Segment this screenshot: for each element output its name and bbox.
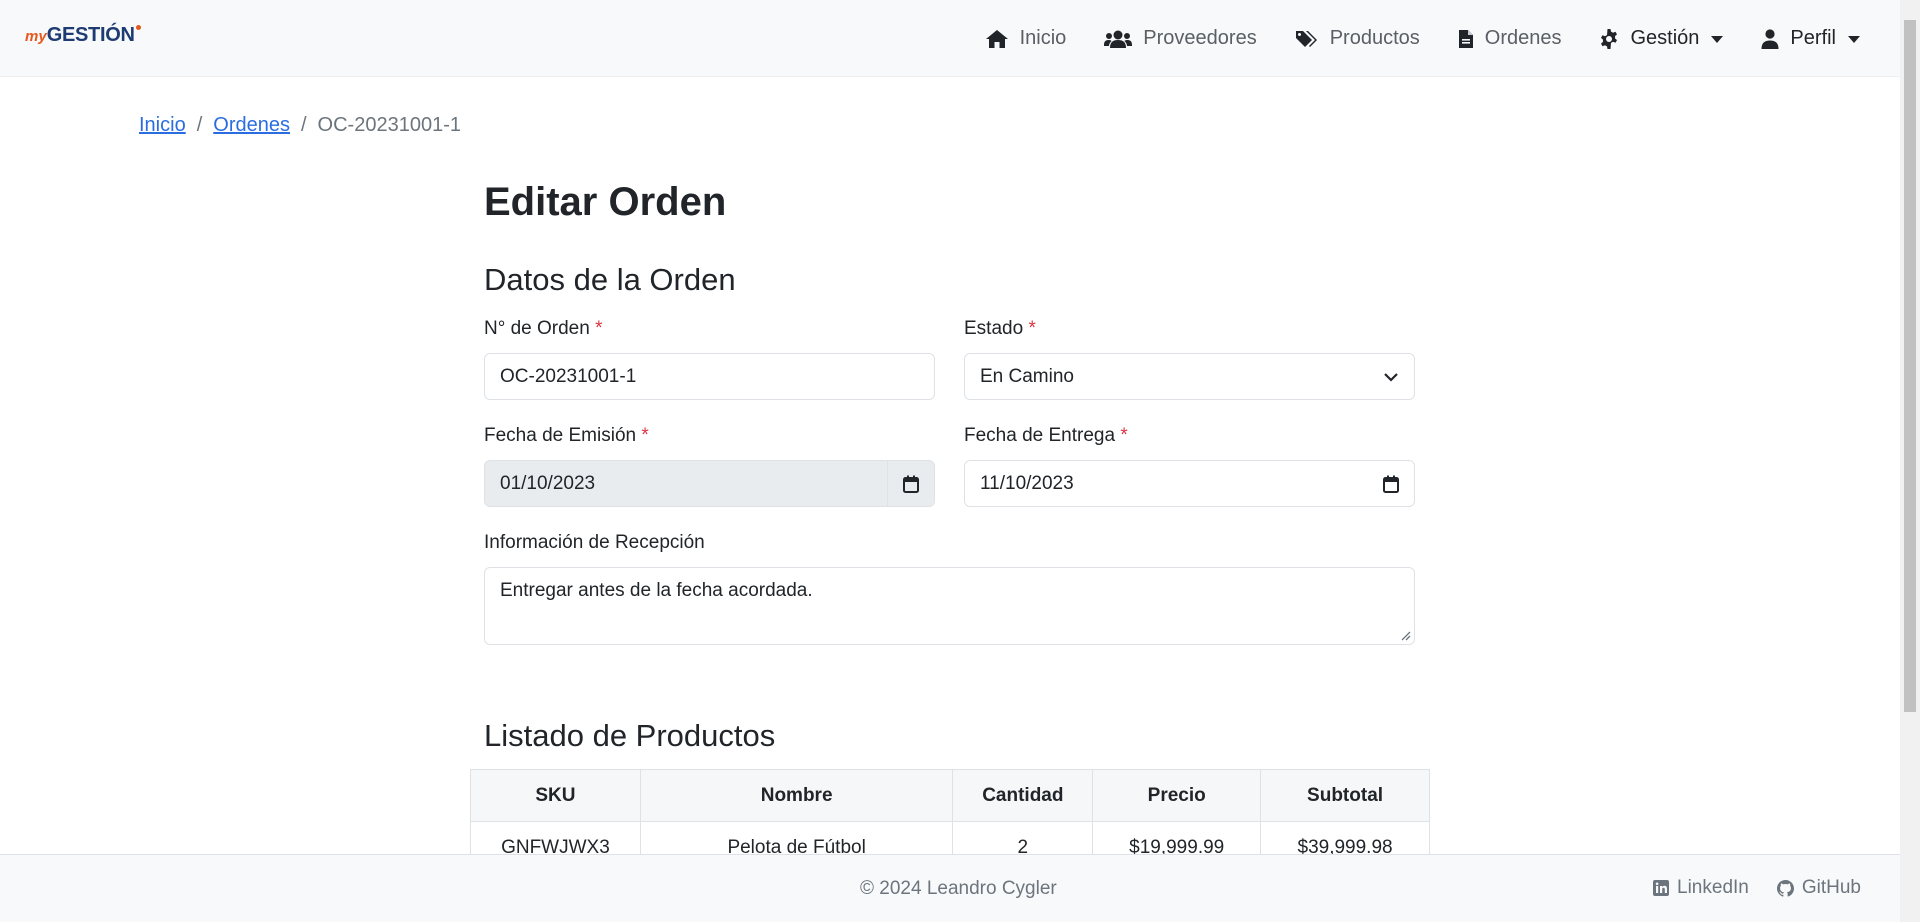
users-icon (1104, 30, 1133, 48)
order-number-label-text: N° de Orden (484, 318, 590, 339)
calendar-picker[interactable] (1383, 475, 1399, 493)
status-value: En Camino (980, 365, 1074, 387)
brand-logo[interactable]: my GESTIÓN (25, 24, 141, 47)
required-mark: * (1120, 425, 1128, 446)
required-mark: * (1028, 318, 1036, 339)
column-header-precio: Precio (1092, 769, 1262, 822)
nav-item-productos[interactable]: Productos (1276, 0, 1439, 77)
required-mark: * (641, 425, 649, 446)
page: my GESTIÓN Inicio Proveedores Productos … (0, 0, 1920, 922)
tags-icon (1295, 30, 1317, 47)
breadcrumb-current: OC-20231001-1 (317, 114, 461, 136)
column-header-sku: SKU (470, 769, 641, 822)
column-header-cantidad: Cantidad (952, 769, 1094, 822)
nav-item-label: Proveedores (1143, 27, 1257, 49)
order-number-input[interactable]: OC-20231001-1 (484, 353, 935, 400)
top-navbar: my GESTIÓN Inicio Proveedores Productos … (0, 0, 1900, 77)
column-header-subtotal: Subtotal (1260, 769, 1430, 822)
required-mark: * (595, 318, 603, 339)
table-header-row: SKU Nombre Cantidad Precio Subtotal (470, 769, 1430, 822)
breadcrumb-link-ordenes[interactable]: Ordenes (213, 114, 290, 137)
brand-dot (135, 25, 141, 30)
breadcrumb-separator: / (196, 114, 203, 136)
footer-link-label: GitHub (1801, 877, 1861, 898)
delivery-date-label: Fecha de Entrega * (964, 425, 1128, 447)
breadcrumb-link-inicio[interactable]: Inicio (139, 114, 186, 137)
page-title: Editar Orden (484, 180, 727, 224)
nav-item-label: Inicio (1019, 27, 1067, 49)
footer-link-linkedin[interactable]: LinkedIn (1653, 877, 1749, 899)
nav-item-label: Ordenes (1484, 27, 1562, 49)
calendar-icon (903, 475, 919, 493)
nav-item-proveedores[interactable]: Proveedores (1085, 0, 1275, 77)
nav-dropdown-perfil[interactable]: Perfil (1742, 0, 1900, 77)
issue-date-value: 01/10/2023 (500, 472, 596, 494)
calendar-button[interactable] (887, 461, 934, 506)
reception-info-textarea[interactable]: Entregar antes de la fecha acordada. (484, 567, 1415, 645)
issue-date-label: Fecha de Emisión * (484, 425, 649, 447)
caret-down-icon (1711, 36, 1724, 43)
delivery-date-input[interactable]: 11/10/2023 (964, 460, 1415, 507)
section-title-order: Datos de la Orden (484, 262, 736, 297)
calendar-icon (1383, 475, 1399, 493)
linkedin-icon (1653, 880, 1670, 896)
nav-item-label: Gestión (1630, 27, 1700, 49)
user-icon (1761, 28, 1779, 49)
nav-menu: Inicio Proveedores Productos Ordenes Ges… (966, 0, 1900, 77)
status-select[interactable]: En Camino (964, 353, 1415, 400)
status-label: Estado * (964, 318, 1036, 340)
reception-info-value: Entregar antes de la fecha acordada. (500, 580, 813, 601)
gear-icon (1601, 28, 1618, 49)
footer-link-github[interactable]: GitHub (1776, 877, 1861, 899)
resize-handle-icon[interactable] (1401, 631, 1411, 641)
home-icon (985, 29, 1008, 48)
nav-item-inicio[interactable]: Inicio (966, 0, 1086, 77)
footer-link-label: LinkedIn (1677, 877, 1749, 898)
issue-date-label-text: Fecha de Emisión (484, 425, 637, 446)
footer: © 2024 Leandro Cygler LinkedIn GitHub (0, 854, 1900, 922)
column-header-nombre: Nombre (639, 769, 954, 822)
scrollbar-thumb[interactable] (1904, 20, 1916, 712)
nav-item-label: Perfil (1790, 27, 1836, 49)
file-icon (1458, 29, 1473, 48)
brand-prefix: my (25, 28, 47, 45)
copyright-text: © 2024 Leandro Cygler (860, 878, 1057, 899)
order-number-value: OC-20231001-1 (500, 365, 637, 387)
status-label-text: Estado (964, 318, 1024, 339)
vertical-scrollbar[interactable] (1900, 0, 1920, 922)
section-title-products: Listado de Productos (484, 718, 776, 753)
caret-down-icon (1848, 36, 1860, 43)
order-number-label: N° de Orden * (484, 318, 603, 340)
delivery-date-value: 11/10/2023 (980, 472, 1074, 494)
github-icon (1776, 879, 1794, 897)
nav-item-ordenes[interactable]: Ordenes (1439, 0, 1581, 77)
issue-date-input: 01/10/2023 (484, 460, 935, 507)
nav-dropdown-gestion[interactable]: Gestión (1580, 0, 1742, 77)
nav-item-label: Productos (1329, 27, 1420, 49)
brand-name: GESTIÓN (46, 24, 135, 46)
breadcrumb-separator: / (300, 114, 307, 136)
chevron-down-icon (1383, 366, 1399, 388)
breadcrumb: Inicio / Ordenes / OC-20231001-1 (139, 114, 461, 137)
footer-links: LinkedIn GitHub (1625, 877, 1861, 899)
delivery-date-label-text: Fecha de Entrega (964, 425, 1116, 446)
reception-info-label: Información de Recepción (484, 532, 705, 553)
